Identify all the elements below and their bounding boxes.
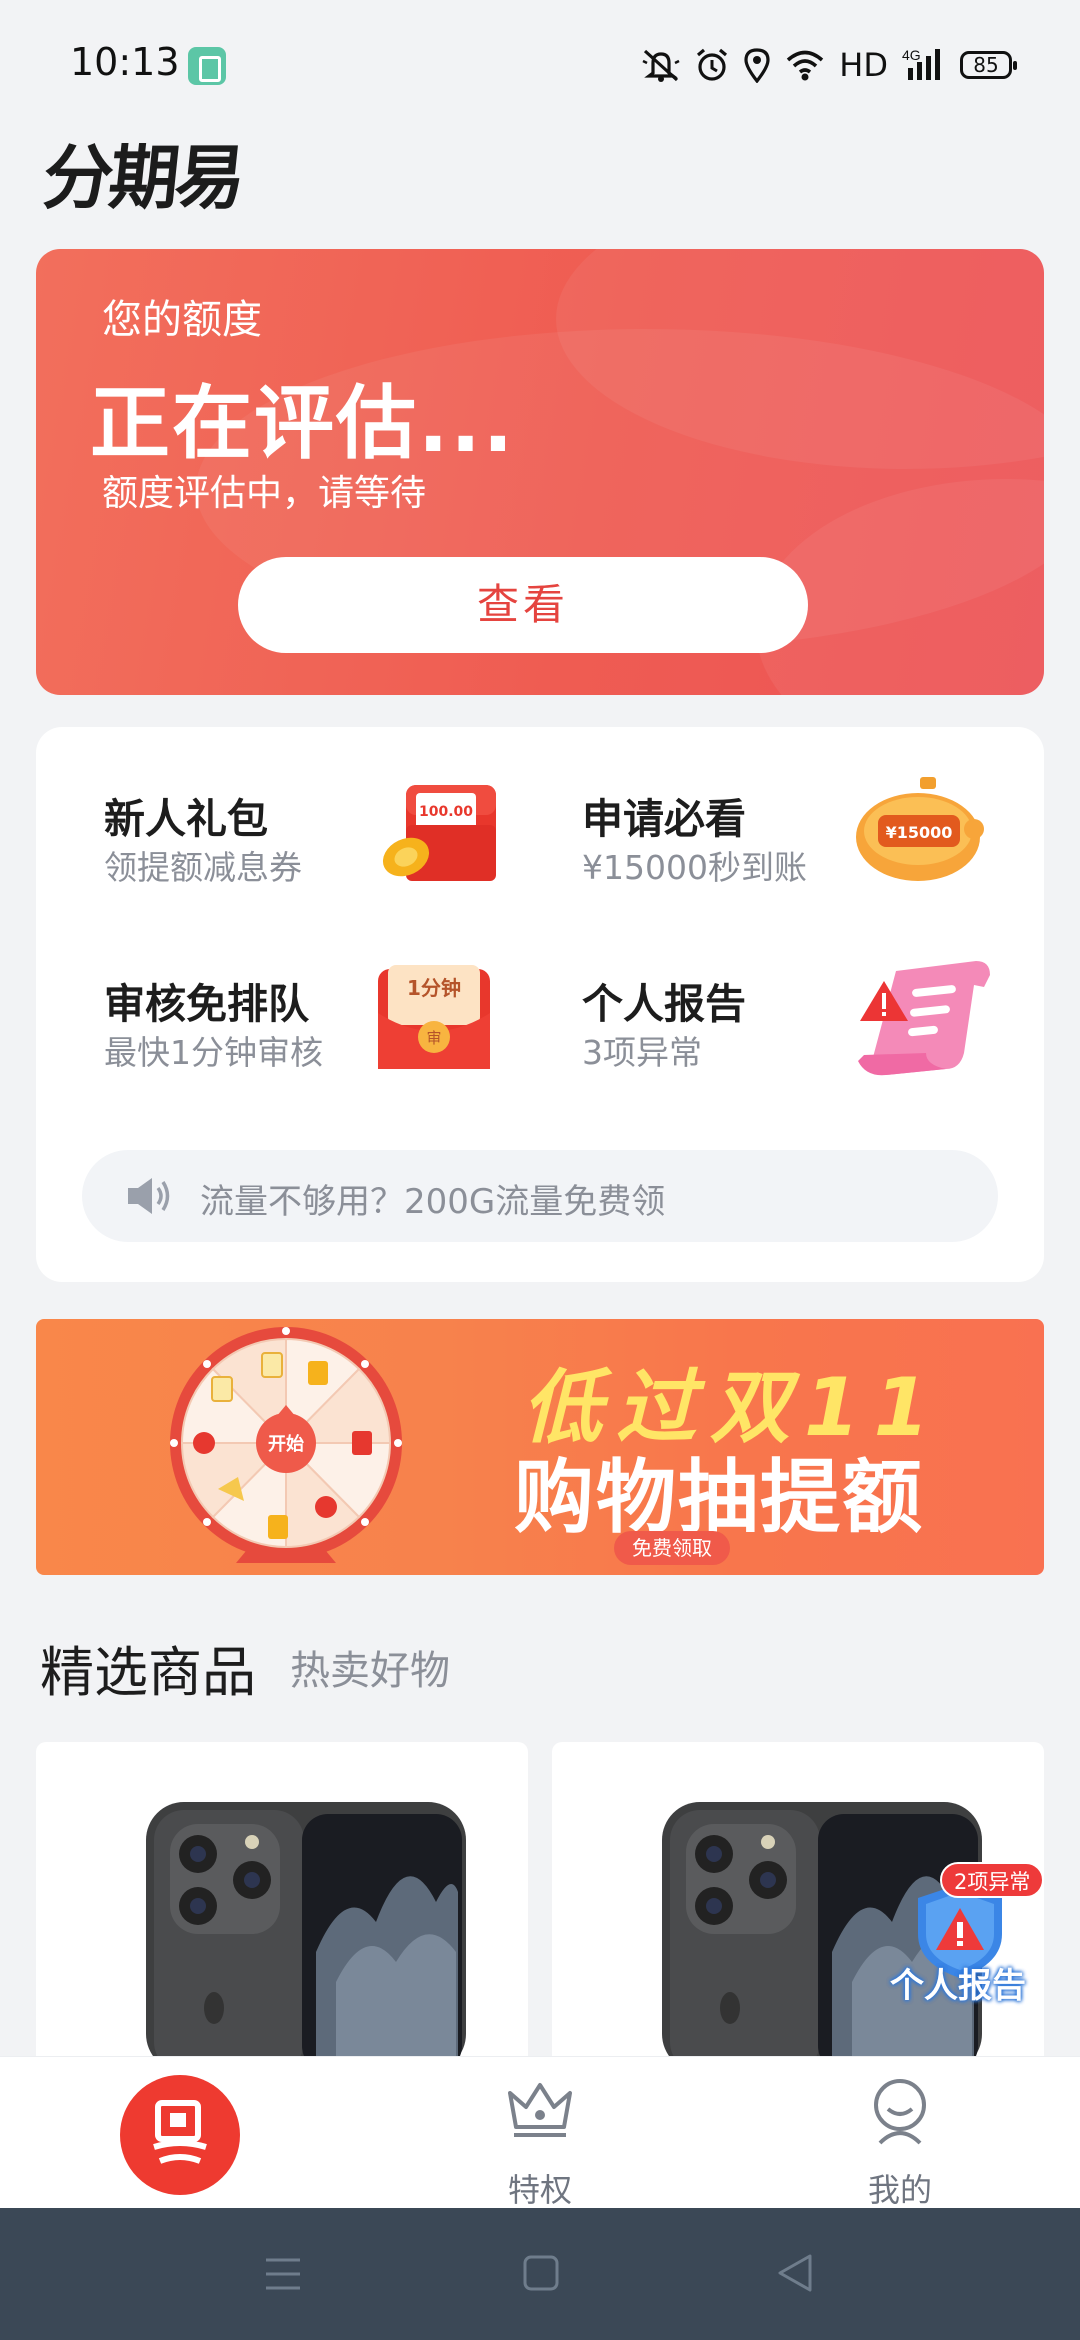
back-triangle-icon[interactable] [776,2252,814,2294]
red-packet-gift-icon: 100.00 [382,785,496,881]
wheel-center-label: 开始 [268,1433,304,1455]
entry-subtitle: 领提额减息券 [104,848,302,887]
tab-label: 我的 [867,2171,932,2209]
tab-label: 特权 [507,2171,572,2209]
tab-home[interactable] [120,2075,240,2195]
app-logo: 分期易 [39,137,246,219]
svg-text:100.00: 100.00 [419,804,473,820]
mute-icon [642,49,680,82]
product-card[interactable] [36,1742,528,2062]
credit-label: 您的额度 [102,297,262,343]
piggy-bank-icon: ¥15000 [856,777,984,881]
home-square-icon[interactable] [522,2254,560,2292]
section-subtitle: 热卖好物 [290,1648,450,1694]
entry-title: 审核免排队 [104,980,309,1028]
svg-text:4G: 4G [902,47,921,63]
entry-subtitle: 最快1分钟审核 [104,1033,323,1072]
entry-fast-review[interactable]: 审核免排队 最快1分钟审核 [104,970,584,1110]
tab-mine[interactable]: 我的 [820,2077,980,2209]
system-navigation-bar [0,2208,1080,2340]
piggy-amount: ¥15000 [886,823,953,842]
fast-review-envelope-icon: 1分钟 审 [378,965,490,1069]
alarm-icon [697,48,728,81]
battery-icon: 85 [960,51,1017,79]
status-icons: HD 4G 85 [641,44,1017,86]
credit-status: 正在评估... [90,377,516,470]
floating-report-button[interactable]: 2项异常 个人报告 [882,1858,1045,2018]
entry-title: 新人礼包 [104,795,268,843]
signal-icon: 4G [902,47,940,80]
floating-report-label: 个人报告 [890,1966,1026,2006]
fast-review-label: 1分钟 [407,976,461,1000]
notice-text: 流量不够用？200G流量免费领 [200,1182,666,1222]
report-warning-icon [858,961,990,1076]
section-title: 精选商品 [40,1641,256,1704]
credit-description: 额度评估中，请等待 [102,473,427,514]
anomaly-badge: 2项异常 [940,1862,1045,1898]
notice-bar[interactable]: 流量不够用？200G流量免费领 [82,1150,998,1242]
tab-bar: 特权 我的 [0,2056,1080,2209]
fast-review-seal: 审 [426,1029,441,1047]
profile-icon [874,2079,926,2145]
phone-image [146,1802,466,2062]
entry-subtitle: 3项异常 [582,1033,702,1072]
home-logo-icon [153,2100,207,2164]
entry-title: 申请必看 [582,795,746,843]
lucky-wheel-icon: 开始 [170,1327,402,1563]
status-bar: 10:13 HD 4G 85 [0,0,1080,130]
quick-entry-card: 新人礼包 领提额减息券 100.00 申请必看 ¥15000秒到账 ¥15000… [36,727,1044,1282]
entry-subtitle: ¥15000秒到账 [582,848,807,887]
speaker-icon [128,1178,170,1214]
location-icon [744,48,770,83]
entry-title: 个人报告 [582,980,746,1028]
app-notification-icon [188,47,226,85]
entry-new-user-gift[interactable]: 新人礼包 领提额减息券 [104,785,584,925]
promo-banner[interactable]: 开始 低过双11 购物抽提额 免费领取 [36,1319,1044,1575]
network-label: HD [839,46,888,84]
crown-icon [508,2083,572,2137]
wifi-icon [787,50,824,81]
view-button[interactable]: 查看 [238,557,808,653]
credit-limit-card[interactable]: 您的额度 正在评估... 额度评估中，请等待 查看 [36,249,1044,695]
tab-privilege[interactable]: 特权 [460,2077,620,2209]
menu-icon[interactable] [264,2256,302,2292]
promo-tag: 免费领取 [614,1531,730,1565]
status-time: 10:13 [70,40,180,84]
